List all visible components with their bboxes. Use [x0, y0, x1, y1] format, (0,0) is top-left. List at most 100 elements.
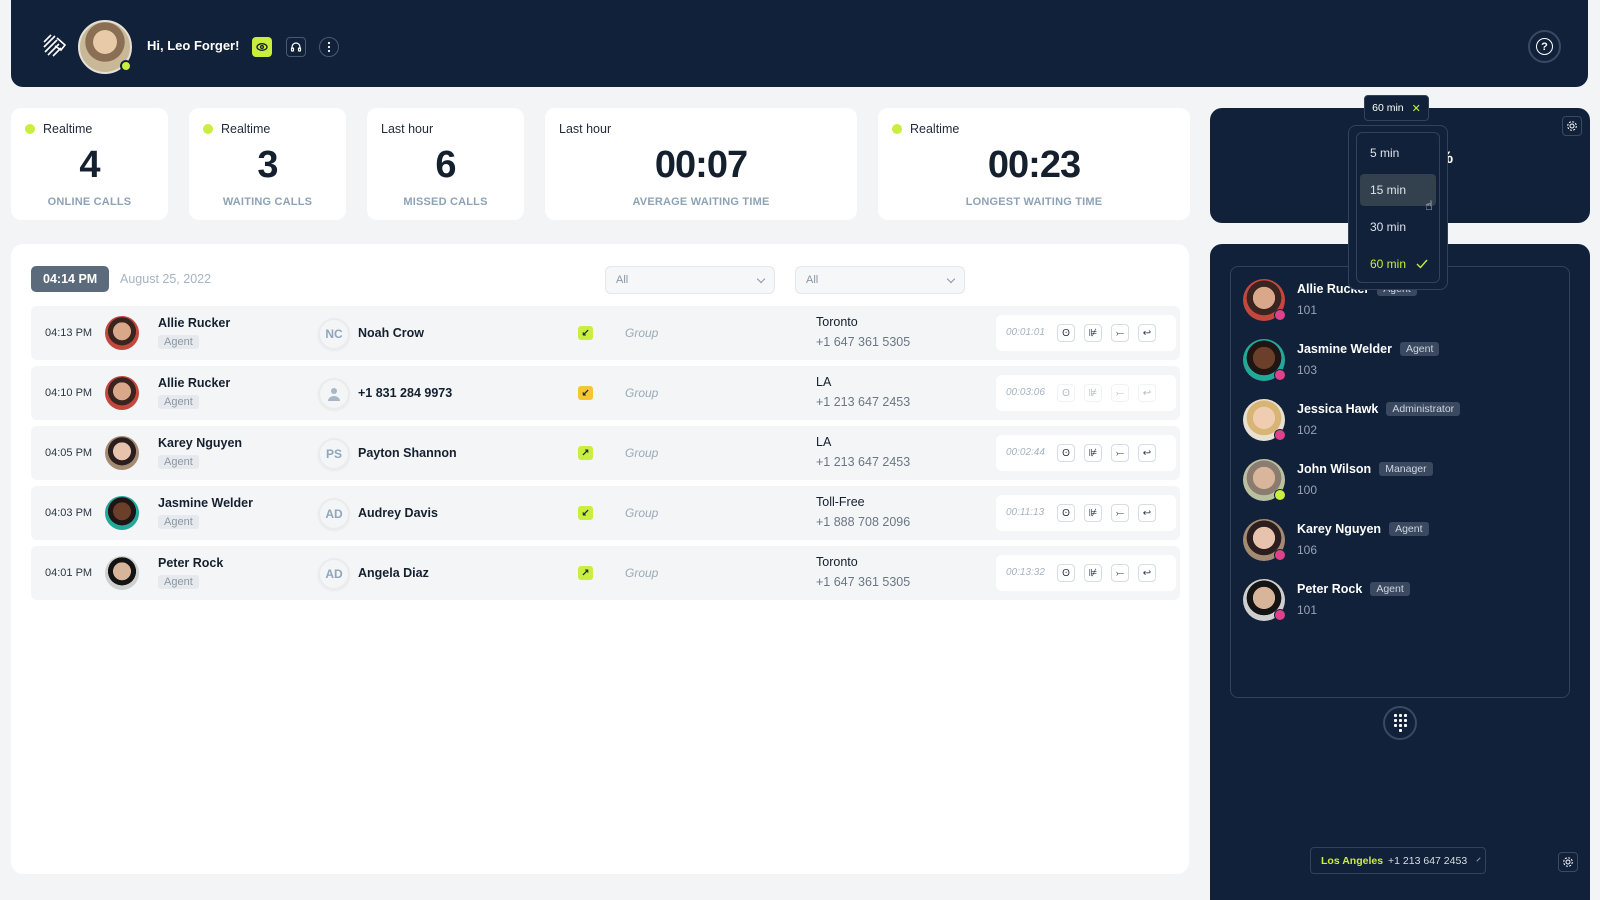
whisper-icon: ⊯: [1088, 447, 1098, 459]
agent-name[interactable]: Allie Rucker: [158, 316, 230, 330]
phone-status-icon: [1274, 609, 1286, 621]
whisper-button[interactable]: ⊯: [1084, 504, 1102, 522]
transfer-button[interactable]: ↩: [1138, 384, 1156, 402]
live-dot-icon: [892, 124, 902, 134]
barge-icon: ⤚: [1116, 447, 1124, 459]
barge-icon: ⤚: [1116, 507, 1124, 519]
barge-button[interactable]: ⤚: [1111, 564, 1129, 582]
more-options-button[interactable]: [319, 37, 339, 57]
stat-value: 00:23: [987, 144, 1081, 186]
call-row[interactable]: 04:13 PM Allie Rucker Agent NC Noah Crow…: [31, 306, 1180, 360]
call-row[interactable]: 04:03 PM Jasmine Welder Agent AD Audrey …: [31, 486, 1180, 540]
call-group: Group: [625, 506, 659, 520]
agent-role-badge: Agent: [1370, 582, 1410, 596]
check-icon: [1416, 259, 1428, 269]
barge-icon: ⤚: [1116, 327, 1124, 339]
caller-name[interactable]: +1 831 284 9973: [358, 386, 452, 400]
call-line-number: +1 888 708 2096: [816, 515, 911, 529]
whisper-button[interactable]: ⊯: [1084, 324, 1102, 342]
monitor-button[interactable]: [252, 37, 272, 57]
call-actions: 00:02:44 ʘ ⊯ ⤚ ↩: [996, 435, 1176, 471]
agent-name[interactable]: Jasmine Welder: [158, 496, 253, 510]
agent-list-item[interactable]: Jasmine Welder Agent 103: [1243, 339, 1563, 389]
time-range-chip[interactable]: 60 min ✕: [1364, 95, 1429, 121]
agent-list-item[interactable]: Peter Rock Agent 101: [1243, 579, 1563, 629]
time-range-option[interactable]: 60 min: [1360, 248, 1436, 280]
caller-avatar: NC: [318, 318, 350, 350]
agent-name[interactable]: Peter Rock: [158, 556, 223, 570]
agent-extension: 102: [1297, 423, 1318, 437]
time-range-option[interactable]: 30 min: [1360, 211, 1436, 243]
listen-button[interactable]: ʘ: [1057, 324, 1075, 342]
close-icon[interactable]: ✕: [1412, 102, 1421, 115]
call-row[interactable]: 04:10 PM Allie Rucker Agent +1 831 284 9…: [31, 366, 1180, 420]
transfer-button[interactable]: ↩: [1138, 324, 1156, 342]
whisper-button[interactable]: ⊯: [1084, 444, 1102, 462]
filter-select-1[interactable]: All: [605, 266, 775, 294]
call-time: 04:01 PM: [45, 567, 93, 579]
agent-list-item[interactable]: Jessica Hawk Administrator 102: [1243, 399, 1563, 449]
stat-label: Last hour: [559, 122, 612, 136]
logo-icon[interactable]: [41, 32, 69, 60]
transfer-button[interactable]: ↩: [1138, 564, 1156, 582]
agent-name[interactable]: Karey Nguyen: [158, 436, 242, 450]
call-actions: 00:13:32 ʘ ⊯ ⤚ ↩: [996, 555, 1176, 591]
summary-settings-button[interactable]: [1562, 116, 1582, 136]
barge-button[interactable]: ⤚: [1111, 504, 1129, 522]
call-group: Group: [625, 386, 659, 400]
filter-select-2[interactable]: All: [795, 266, 965, 294]
panel-settings-button[interactable]: [1558, 852, 1578, 872]
current-time-badge: 04:14 PM: [31, 266, 110, 292]
call-actions: 00:11:13 ʘ ⊯ ⤚ ↩: [996, 495, 1176, 531]
option-label: 30 min: [1370, 220, 1407, 234]
call-row[interactable]: 04:05 PM Karey Nguyen Agent PS Payton Sh…: [31, 426, 1180, 480]
agent-name[interactable]: Allie Rucker: [158, 376, 230, 390]
outbound-line-select[interactable]: Los Angeles +1 213 647 2453: [1310, 847, 1486, 874]
stat-caption: LONGEST WAITING TIME: [965, 196, 1103, 208]
transfer-button[interactable]: ↩: [1138, 504, 1156, 522]
stat-longest-waiting-time: Realtime 00:23 LONGEST WAITING TIME: [878, 108, 1190, 220]
barge-button[interactable]: ⤚: [1111, 384, 1129, 402]
help-button[interactable]: ?: [1528, 30, 1561, 63]
listen-button[interactable]: ʘ: [1057, 504, 1075, 522]
stat-missed-calls: Last hour 6 MISSED CALLS: [367, 108, 524, 220]
transfer-icon: ↩: [1142, 567, 1152, 579]
headset-button[interactable]: [286, 37, 306, 57]
live-dot-icon: [203, 124, 213, 134]
listen-button[interactable]: ʘ: [1057, 564, 1075, 582]
whisper-icon: ⊯: [1088, 567, 1098, 579]
dialpad-button[interactable]: [1383, 706, 1417, 740]
call-duration: 00:03:06: [1006, 387, 1045, 398]
line-city: Los Angeles: [1321, 854, 1384, 867]
agent-list-item[interactable]: John Wilson Manager 100: [1243, 459, 1563, 509]
phone-status-icon: [1274, 369, 1286, 381]
top-bar: Hi, Leo Forger! ?: [11, 0, 1588, 87]
phone-status-icon: [1274, 549, 1286, 561]
caller-name[interactable]: Angela Diaz: [358, 566, 429, 580]
listen-button[interactable]: ʘ: [1057, 444, 1075, 462]
caller-avatar: [318, 378, 350, 410]
listen-button[interactable]: ʘ: [1057, 384, 1075, 402]
call-row[interactable]: 04:01 PM Peter Rock Agent AD Angela Diaz…: [31, 546, 1180, 600]
agent-list-item[interactable]: Karey Nguyen Agent 106: [1243, 519, 1563, 569]
caller-name[interactable]: Payton Shannon: [358, 446, 457, 460]
barge-button[interactable]: ⤚: [1111, 444, 1129, 462]
agent-role-badge: Agent: [1389, 522, 1429, 536]
caller-name[interactable]: Noah Crow: [358, 326, 424, 340]
time-range-option[interactable]: 5 min: [1360, 137, 1436, 169]
whisper-button[interactable]: ⊯: [1084, 384, 1102, 402]
agent-role-badge: Agent: [158, 335, 199, 349]
agent-name: Karey Nguyen: [1297, 522, 1382, 536]
barge-button[interactable]: ⤚: [1111, 324, 1129, 342]
current-date: August 25, 2022: [120, 272, 212, 286]
caller-name[interactable]: Audrey Davis: [358, 506, 438, 520]
caller-avatar: AD: [318, 558, 350, 590]
live-dot-icon: [25, 124, 35, 134]
transfer-button[interactable]: ↩: [1138, 444, 1156, 462]
line-number: +1 213 647 2453: [1388, 854, 1468, 867]
user-avatar[interactable]: [78, 20, 132, 74]
agent-avatar: [105, 376, 139, 410]
call-line-city: Toronto: [816, 315, 858, 329]
whisper-button[interactable]: ⊯: [1084, 564, 1102, 582]
whisper-icon: ⊯: [1088, 387, 1098, 399]
